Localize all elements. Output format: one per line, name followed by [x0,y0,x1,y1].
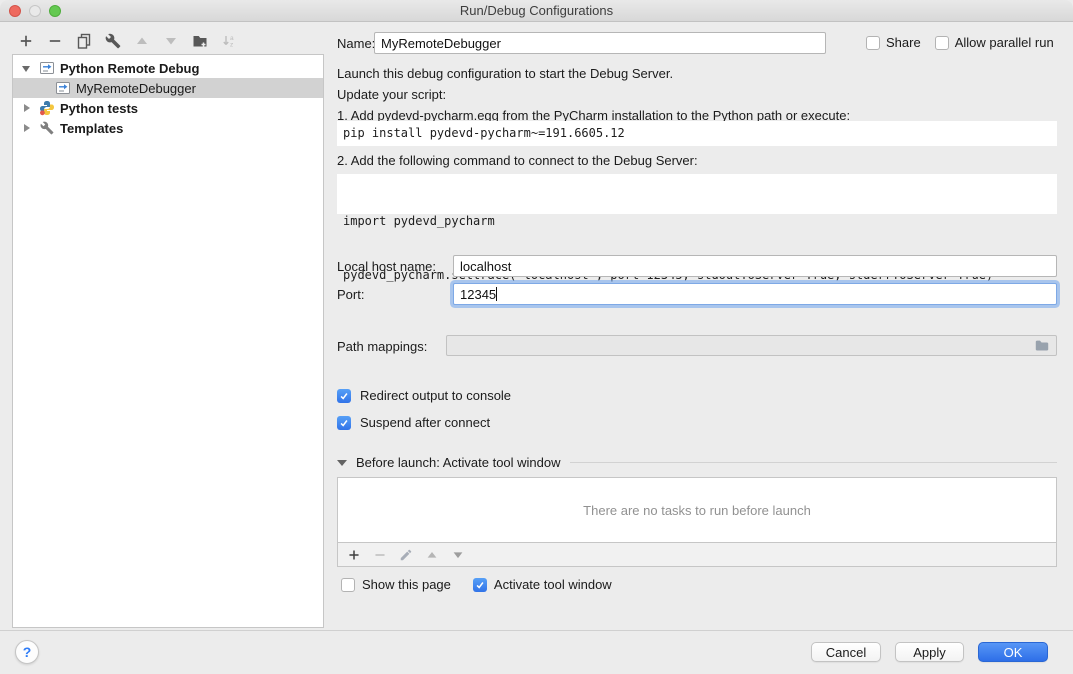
share-label: Share [886,35,921,50]
cancel-button[interactable]: Cancel [811,642,881,662]
remote-debug-icon [39,60,55,76]
local-host-name-label: Local host name: [337,259,436,274]
separator-line [570,462,1057,463]
instruction-line-1: Launch this debug configuration to start… [337,66,673,81]
chevron-right-icon[interactable] [22,124,31,133]
redirect-output-checkbox[interactable] [337,389,351,403]
minimize-window-button[interactable] [29,5,41,17]
share-checkbox[interactable] [866,36,880,50]
instruction-step-2: 2. Add the following command to connect … [337,153,698,168]
remove-configuration-button[interactable] [47,33,63,49]
apply-button[interactable]: Apply [895,642,964,662]
arrow-up-icon [425,548,439,562]
chevron-right-icon[interactable] [22,104,31,113]
arrow-up-icon [134,33,150,49]
before-launch-tasks-list[interactable]: There are no tasks to run before launch [337,477,1057,543]
arrow-down-icon [451,548,465,562]
move-task-up-button[interactable] [425,548,439,562]
question-mark-icon: ? [23,644,32,660]
port-input[interactable]: 12345 [453,283,1057,305]
dialog-footer: ? Cancel Apply OK [0,630,1073,674]
minus-icon [373,548,387,562]
configurations-tree: Python Remote Debug MyRemoteDebugger Pyt… [12,54,324,628]
activate-tool-window-label: Activate tool window [494,577,612,592]
move-down-button[interactable] [163,33,179,49]
move-task-down-button[interactable] [451,548,465,562]
python-tests-icon [39,100,55,116]
ok-button[interactable]: OK [978,642,1048,662]
create-folder-button[interactable] [192,33,208,49]
port-value: 12345 [460,287,496,302]
collapse-before-launch-icon[interactable] [337,460,347,466]
check-icon [475,580,485,590]
tree-item-label: Python Remote Debug [60,61,199,76]
pencil-icon [399,548,413,562]
sort-configurations-button[interactable]: az [221,33,237,49]
chevron-down-icon[interactable] [22,64,31,73]
tree-item-label: Python tests [60,101,138,116]
instruction-line-2: Update your script: [337,87,446,102]
wrench-icon [39,120,55,136]
traffic-lights [9,5,61,17]
help-button[interactable]: ? [15,640,39,664]
plus-icon [18,33,34,49]
add-task-button[interactable] [347,548,361,562]
browse-folder-icon[interactable] [1034,338,1050,354]
activate-tool-window-checkbox[interactable] [473,578,487,592]
move-up-button[interactable] [134,33,150,49]
check-icon [339,418,349,428]
tree-item-label: Templates [60,121,123,136]
new-folder-icon [192,33,208,49]
name-label: Name: [337,36,375,51]
tree-item-python-remote-debug[interactable]: Python Remote Debug [13,58,323,78]
show-this-page-label: Show this page [362,577,451,592]
zoom-window-button[interactable] [49,5,61,17]
copy-configuration-button[interactable] [76,33,92,49]
check-icon [339,391,349,401]
tree-item-python-tests[interactable]: Python tests [13,98,323,118]
empty-tasks-message: There are no tasks to run before launch [583,503,811,518]
remove-task-button[interactable] [373,548,387,562]
path-mappings-label: Path mappings: [337,339,427,354]
allow-parallel-run-checkbox[interactable] [935,36,949,50]
show-this-page-checkbox[interactable] [341,578,355,592]
edit-task-button[interactable] [399,548,413,562]
tree-item-label: MyRemoteDebugger [76,81,196,96]
allow-parallel-run-label: Allow parallel run [955,35,1054,50]
plus-icon [347,548,361,562]
tree-item-templates[interactable]: Templates [13,118,323,138]
settrace-code[interactable]: import pydevd_pycharm pydevd_pycharm.set… [337,174,1057,214]
copy-icon [76,33,92,49]
redirect-output-label: Redirect output to console [360,388,511,403]
wrench-icon [105,33,121,49]
arrow-down-icon [163,33,179,49]
tree-item-myremotedebugger[interactable]: MyRemoteDebugger [13,78,323,98]
local-host-name-input[interactable] [453,255,1057,277]
svg-text:z: z [230,42,233,49]
tasks-toolbar [337,543,1057,567]
suspend-after-connect-label: Suspend after connect [360,415,490,430]
port-label: Port: [337,287,364,302]
edit-templates-button[interactable] [105,33,121,49]
before-launch-header: Before launch: Activate tool window [356,455,561,470]
add-configuration-button[interactable] [18,33,34,49]
settrace-code-line-1: import pydevd_pycharm [343,212,1051,230]
pip-install-code[interactable]: pip install pydevd-pycharm~=191.6605.12 [337,121,1057,146]
window-title: Run/Debug Configurations [0,0,1073,21]
remote-debug-icon [55,80,71,96]
name-input[interactable] [374,32,826,54]
titlebar: Run/Debug Configurations [0,0,1073,22]
sort-alphabetically-icon: az [221,33,237,49]
text-cursor [496,287,497,301]
minus-icon [47,33,63,49]
close-window-button[interactable] [9,5,21,17]
path-mappings-input[interactable] [446,335,1057,356]
suspend-after-connect-checkbox[interactable] [337,416,351,430]
tree-toolbar: az [18,31,237,51]
